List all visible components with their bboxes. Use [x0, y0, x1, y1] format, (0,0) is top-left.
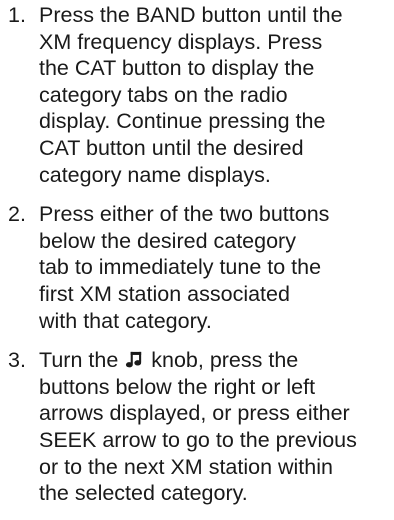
step-line: the CAT button to display the: [39, 56, 315, 81]
instruction-list: 1. Press the BAND button until the XM fr…: [0, 2, 394, 520]
step-line: display. Continue pressing the: [39, 109, 326, 134]
step-number: 3.: [8, 348, 26, 373]
step-line: the selected category.: [39, 481, 248, 506]
step-line: first XM station associated: [39, 281, 290, 306]
step-line: category name displays.: [39, 162, 271, 187]
step-number: 1.: [8, 3, 26, 27]
step-3: 3. Turn the knob, press the buttons belo…: [0, 347, 394, 507]
step-line: XM frequency displays. Press: [39, 29, 323, 54]
step-line: with that category.: [39, 308, 212, 333]
step-2: 2. Press either of the two buttons below…: [0, 201, 394, 334]
step-line: Press either of the two buttons: [39, 202, 330, 227]
step-line: buttons below the right or left: [39, 374, 316, 399]
step-line-text: knob, press the: [151, 348, 299, 373]
step-line: tab to immediately tune to the: [39, 255, 322, 280]
music-note-icon: [126, 352, 142, 368]
step-line-text: Turn the: [39, 348, 119, 373]
step-line: arrows displayed, or press either: [39, 401, 350, 426]
step-line: Press the BAND button until the: [39, 3, 343, 27]
step-line: SEEK arrow to go to the previous: [39, 427, 357, 452]
step-line: CAT button until the desired: [39, 135, 304, 160]
step-number: 2.: [8, 202, 26, 227]
step-line: or to the next XM station within: [39, 454, 333, 479]
step-line: below the desired category: [39, 228, 296, 253]
step-1: 1. Press the BAND button until the XM fr…: [0, 2, 394, 188]
step-line: category tabs on the radio: [39, 82, 288, 107]
